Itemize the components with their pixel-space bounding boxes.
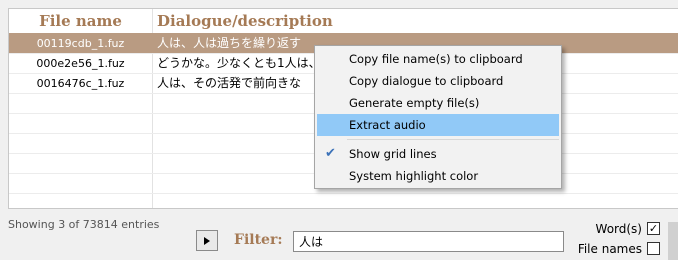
file-names-option[interactable]: File names [560, 242, 660, 256]
file-names-label: File names [577, 242, 642, 256]
cell-file-name: 000e2e56_1.fuz [36, 57, 125, 70]
menu-item-copy-file-names[interactable]: Copy file name(s) to clipboard [317, 48, 559, 70]
menu-item-system-highlight-color[interactable]: System highlight color [317, 165, 559, 187]
cell-file-name: 0016476c_1.fuz [36, 77, 125, 90]
column-header-dialogue[interactable]: Dialogue/description [157, 9, 333, 33]
context-menu: Copy file name(s) to clipboard Copy dial… [314, 45, 562, 189]
file-names-checkbox[interactable] [647, 242, 660, 255]
entry-count-status: Showing 3 of 73814 entries [8, 218, 160, 231]
side-button[interactable] [668, 222, 678, 260]
table-header: File name Dialogue/description [9, 9, 678, 33]
filter-input[interactable] [293, 231, 564, 252]
menu-item-generate-empty-files[interactable]: Generate empty file(s) [317, 92, 559, 114]
menu-separator [347, 139, 559, 140]
words-option[interactable]: Word(s) ✓ [560, 222, 660, 236]
checkmark-icon: ✔ [325, 146, 336, 161]
filter-label: Filter: [234, 232, 283, 248]
words-label: Word(s) [595, 222, 642, 236]
play-button[interactable] [196, 230, 218, 251]
menu-item-copy-dialogue[interactable]: Copy dialogue to clipboard [317, 70, 559, 92]
empty-row [9, 193, 678, 208]
menu-item-extract-audio[interactable]: Extract audio [317, 114, 559, 136]
column-header-file-name[interactable]: File name [9, 9, 152, 33]
cell-file-name: 00119cdb_1.fuz [36, 37, 125, 50]
words-checkbox[interactable]: ✓ [647, 222, 660, 235]
menu-item-show-grid-lines[interactable]: ✔ Show grid lines [317, 143, 559, 165]
play-icon [204, 237, 210, 245]
